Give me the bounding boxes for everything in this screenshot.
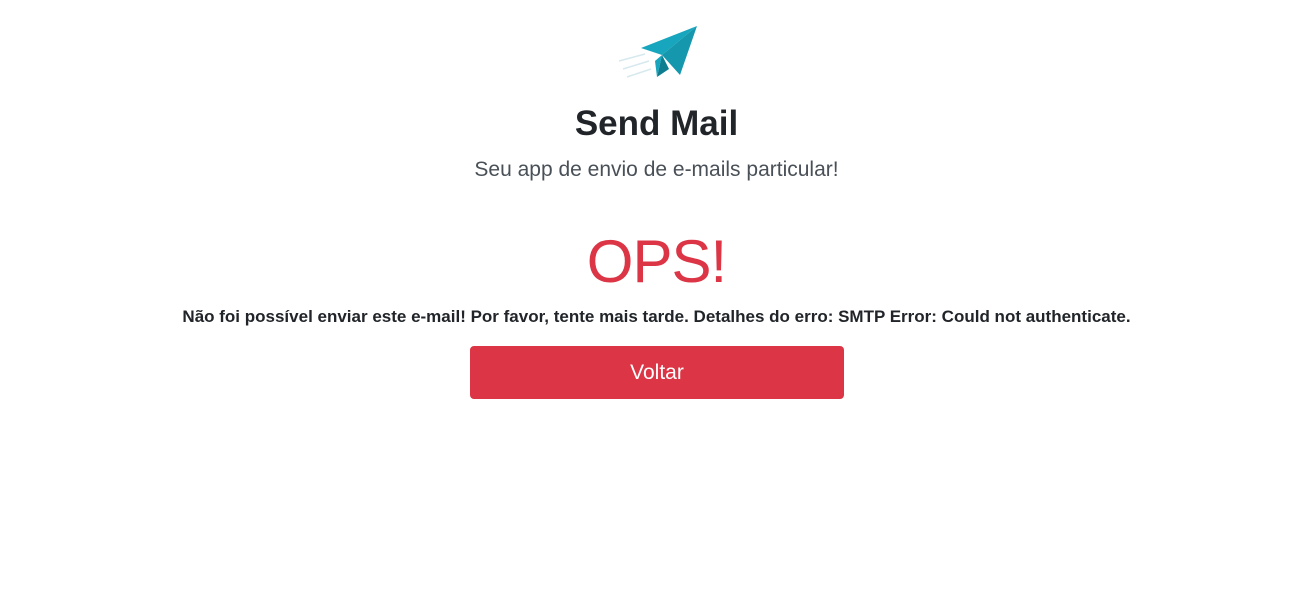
app-title: Send Mail bbox=[574, 104, 739, 143]
back-button[interactable]: Voltar bbox=[470, 346, 844, 399]
error-heading: OPS! bbox=[586, 228, 727, 295]
error-message: Não foi possível enviar este e-mail! Por… bbox=[182, 307, 1131, 326]
page: Send Mail Seu app de envio de e-mails pa… bbox=[0, 0, 1303, 607]
paper-plane-icon bbox=[618, 26, 697, 78]
app-subtitle: Seu app de envio de e-mails particular! bbox=[474, 158, 839, 181]
